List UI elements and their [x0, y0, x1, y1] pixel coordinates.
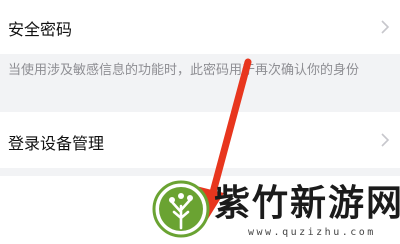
chevron-right-icon [381, 20, 390, 34]
security-password-hint: 当使用涉及敏感信息的功能时，此密码用于再次确认你的身份 [8, 63, 360, 78]
settings-row-security-password[interactable]: 安全密码 [0, 0, 400, 54]
watermark-title: 紫竹新游网 [214, 183, 400, 224]
chevron-right-icon [381, 133, 390, 147]
settings-row-device-management[interactable]: 登录设备管理 [0, 112, 400, 168]
tree-logo-icon [152, 180, 210, 238]
device-management-label: 登录设备管理 [8, 134, 105, 153]
watermark: 紫竹新游网 www.quzizhu.com [150, 180, 400, 244]
watermark-url: www.quzizhu.com [248, 227, 376, 238]
security-password-label: 安全密码 [8, 20, 73, 39]
